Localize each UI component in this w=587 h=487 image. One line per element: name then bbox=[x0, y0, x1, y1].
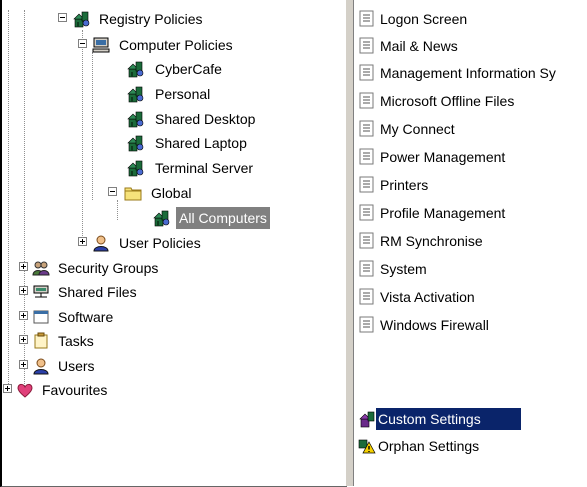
policy-icon bbox=[126, 159, 144, 177]
tree-line bbox=[82, 30, 83, 244]
tree-label: Users bbox=[58, 358, 95, 374]
tree-label-selected: All Computers bbox=[176, 207, 270, 229]
tree-label: Shared Laptop bbox=[155, 135, 247, 151]
page-icon bbox=[358, 64, 376, 82]
page-icon bbox=[358, 288, 376, 306]
expand-toggle[interactable] bbox=[78, 237, 87, 246]
folder-open-icon bbox=[124, 184, 142, 202]
page-icon bbox=[358, 148, 376, 166]
policy-icon bbox=[126, 85, 144, 103]
tasks-icon bbox=[32, 332, 50, 350]
user-icon bbox=[32, 357, 50, 375]
page-icon bbox=[358, 92, 376, 110]
list-item-label: Profile Management bbox=[380, 205, 506, 221]
heart-icon bbox=[16, 381, 34, 399]
page-icon bbox=[358, 260, 376, 278]
policy-icon bbox=[126, 134, 144, 152]
registry-policy-icon bbox=[72, 10, 90, 28]
policy-icon bbox=[126, 110, 144, 128]
tree-label: Favourites bbox=[42, 382, 108, 398]
list-item-label: Windows Firewall bbox=[380, 317, 489, 333]
page-icon bbox=[358, 316, 376, 334]
list-item-label: Vista Activation bbox=[380, 289, 475, 305]
tree-line bbox=[24, 10, 25, 390]
list-item-label: Printers bbox=[380, 177, 429, 193]
tree-label: Tasks bbox=[58, 333, 94, 349]
list-item-label: My Connect bbox=[380, 121, 455, 137]
tree-label: Security Groups bbox=[58, 260, 159, 276]
expand-toggle[interactable] bbox=[19, 360, 28, 369]
policy-icon bbox=[126, 60, 144, 78]
shared-files-icon bbox=[32, 283, 50, 301]
tree-line bbox=[117, 200, 118, 220]
tree-label: CyberCafe bbox=[155, 61, 222, 77]
list-item-label: Mail & News bbox=[380, 38, 458, 54]
list-item-label: System bbox=[380, 261, 427, 277]
expand-toggle[interactable] bbox=[3, 384, 12, 393]
list-item-label-selected: Custom Settings bbox=[376, 408, 521, 430]
warning-icon bbox=[358, 437, 376, 455]
tree-label: Software bbox=[58, 309, 114, 325]
user-icon bbox=[92, 234, 110, 252]
list-item-label: Logon Screen bbox=[380, 11, 468, 27]
computer-icon bbox=[92, 36, 110, 54]
tree-label: Shared Desktop bbox=[155, 111, 256, 127]
tree-label: User Policies bbox=[119, 235, 201, 251]
tree-label: Computer Policies bbox=[119, 37, 233, 53]
tree-line bbox=[92, 52, 93, 200]
security-group-icon bbox=[32, 259, 50, 277]
collapse-toggle[interactable] bbox=[108, 187, 117, 196]
collapse-toggle[interactable] bbox=[78, 39, 87, 48]
page-icon bbox=[358, 232, 376, 250]
page-icon bbox=[358, 204, 376, 222]
tree-label: Global bbox=[151, 185, 192, 201]
page-icon bbox=[358, 10, 376, 28]
expand-toggle[interactable] bbox=[19, 286, 28, 295]
pane-splitter[interactable] bbox=[345, 0, 354, 486]
custom-settings-icon bbox=[358, 410, 376, 428]
tree-label: Registry Policies bbox=[99, 11, 203, 27]
tree-pane[interactable]: Registry Policies Computer Policies Cybe… bbox=[0, 0, 347, 487]
policy-icon bbox=[152, 209, 170, 227]
list-item-label: Power Management bbox=[380, 149, 506, 165]
tree-label: Terminal Server bbox=[155, 160, 254, 176]
list-item-label: Management Information Sy bbox=[380, 65, 556, 81]
tree-line bbox=[8, 10, 9, 390]
list-item-label: Orphan Settings bbox=[378, 438, 480, 454]
collapse-toggle[interactable] bbox=[58, 13, 67, 22]
expand-toggle[interactable] bbox=[19, 311, 28, 320]
expand-toggle[interactable] bbox=[19, 262, 28, 271]
tree-label: Shared Files bbox=[58, 284, 137, 300]
list-item-label: RM Synchronise bbox=[380, 233, 483, 249]
list-item-label: Microsoft Offline Files bbox=[380, 93, 515, 109]
software-icon bbox=[32, 308, 50, 326]
page-icon bbox=[358, 37, 376, 55]
expand-toggle[interactable] bbox=[19, 335, 28, 344]
settings-list-pane[interactable]: Logon Screen Mail & News Management Info… bbox=[354, 0, 587, 486]
page-icon bbox=[358, 176, 376, 194]
tree-label: Personal bbox=[155, 86, 211, 102]
page-icon bbox=[358, 120, 376, 138]
